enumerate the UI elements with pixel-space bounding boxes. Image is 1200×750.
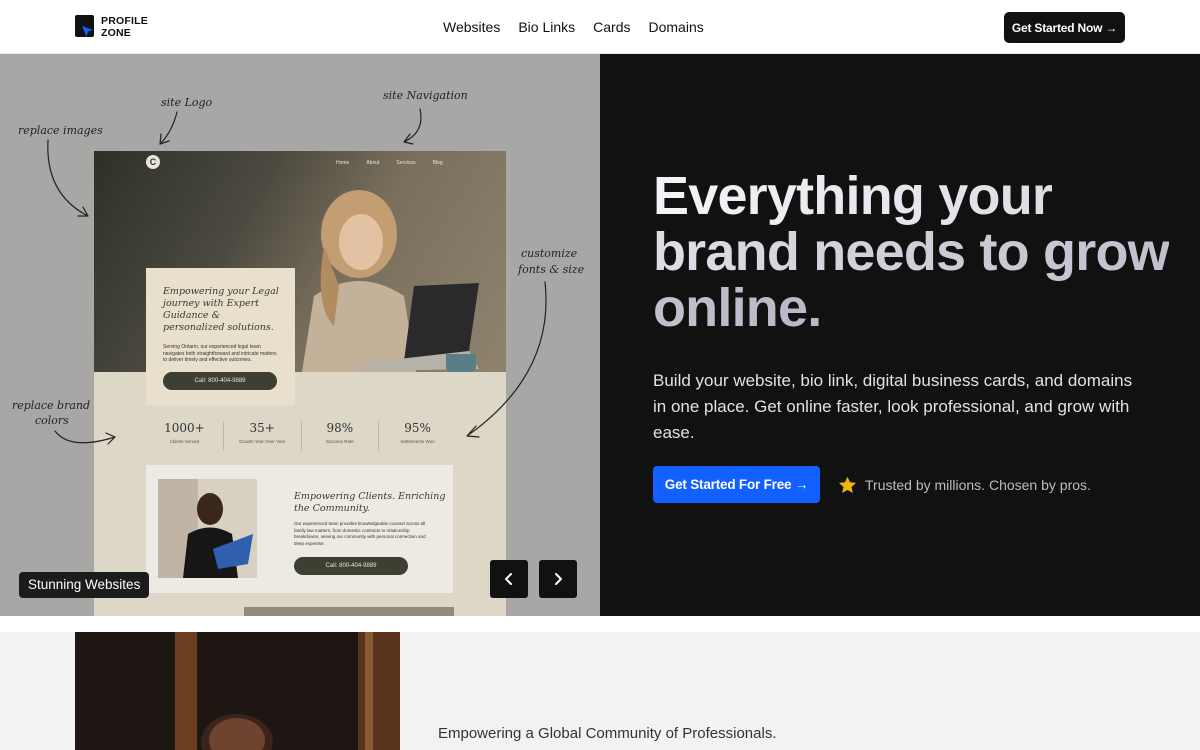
logo-line-1: PROFILE xyxy=(101,15,148,27)
professional-photo xyxy=(75,632,400,750)
prev-slide-button[interactable] xyxy=(490,560,528,598)
nav-bio-links[interactable]: Bio Links xyxy=(518,19,575,35)
main-nav: Websites Bio Links Cards Domains xyxy=(443,0,704,54)
mockup-nav-about: About xyxy=(366,160,380,166)
annotation-site-navigation: site Navigation xyxy=(383,89,468,102)
nav-domains[interactable]: Domains xyxy=(649,19,704,35)
stat-number: 95% xyxy=(404,421,431,435)
trust-badge: Trusted by millions. Chosen by pros. xyxy=(838,476,1091,494)
nav-websites[interactable]: Websites xyxy=(443,19,500,35)
mockup-community-card: Empowering Clients. Enriching the Commun… xyxy=(146,465,453,593)
chevron-left-icon xyxy=(505,573,512,585)
hero-headline-text: Everything your brand needs to grow onli… xyxy=(653,166,1170,338)
trust-text: Trusted by millions. Chosen by pros. xyxy=(865,477,1091,493)
mockup-stat: 1000+ Clients Served xyxy=(146,421,224,451)
logo-mark-icon xyxy=(75,15,94,37)
mockup-nav: Home About Services Blog xyxy=(336,160,443,166)
stat-label: Clients Served xyxy=(169,439,199,444)
get-started-now-button[interactable]: Get Started Now → xyxy=(1004,12,1125,43)
annotation-customize-1: customize xyxy=(521,247,578,260)
mockup-stat: 35+ Growth Year Over Year xyxy=(224,421,302,451)
arrow-site-logo xyxy=(159,111,178,145)
mockup-nav-blog: Blog xyxy=(432,160,443,166)
mockup-call-button-2: Call: 800-404-9889 xyxy=(294,557,408,575)
stat-number: 1000+ xyxy=(164,421,205,435)
mockup-nav-home: Home xyxy=(336,160,350,166)
woman-in-doorway-photo xyxy=(75,632,400,750)
mockup-stats: 1000+ Clients Served 35+ Growth Year Ove… xyxy=(146,421,456,451)
hero-content: Everything your brand needs to grow onli… xyxy=(600,54,1200,616)
mockup-logo: C xyxy=(146,155,160,169)
annotation-site-logo: site Logo xyxy=(161,96,213,109)
website-mockup: C Home About Services Blog Empowering yo… xyxy=(94,151,506,616)
logo-text: PROFILE ZONE xyxy=(101,15,148,39)
hero-subtext: Build your website, bio link, digital bu… xyxy=(653,371,1133,442)
stat-label: Settlements Won xyxy=(400,439,435,444)
community-tagline: Empowering a Global Community of Profess… xyxy=(438,725,777,742)
mockup-intro-card: Empowering your Legal journey with Exper… xyxy=(146,268,295,405)
get-started-free-button[interactable]: Get Started For Free → xyxy=(653,466,820,503)
site-header: PROFILE ZONE Websites Bio Links Cards Do… xyxy=(0,0,1200,54)
mug-photo xyxy=(446,354,476,372)
professional-woman-illustration xyxy=(158,479,257,578)
mockup-call-button: Call: 800-404-9889 xyxy=(163,371,277,390)
mockup-stat: 95% Settlements Won xyxy=(379,421,456,451)
next-slide-button[interactable] xyxy=(539,560,577,598)
annotation-replace-brand-1: replace brand xyxy=(12,399,91,412)
annotation-replace-brand-2: colors xyxy=(35,414,69,427)
nav-cards[interactable]: Cards xyxy=(593,19,630,35)
logo-line-2: ZONE xyxy=(101,27,131,39)
mockup-card-text: Serving Ontario, our experienced legal t… xyxy=(163,344,277,363)
chevron-right-icon xyxy=(555,573,562,585)
mockup-card-heading: Empowering your Legal journey with Exper… xyxy=(163,286,279,333)
stat-label: Success Rate xyxy=(325,439,354,444)
mockup-card2-text: Our experienced team provides knowledgea… xyxy=(294,521,426,546)
profile-zone-logo[interactable]: PROFILE ZONE xyxy=(75,15,148,39)
mockup-next-section xyxy=(244,607,454,616)
arrow-site-navigation xyxy=(403,108,422,145)
arrow-replace-images xyxy=(47,139,89,217)
annotation-replace-images: replace images xyxy=(18,124,103,137)
stunning-websites-label: Stunning Websites xyxy=(19,572,150,598)
mockup-stat: 98% Success Rate xyxy=(302,421,380,451)
star-icon xyxy=(838,476,857,494)
annotation-customize-2: fonts & size xyxy=(518,263,585,276)
hero-headline: Everything your brand needs to grow onli… xyxy=(653,168,1173,336)
mockup-nav-services: Services xyxy=(396,160,416,166)
professional-woman-photo xyxy=(158,479,257,578)
stat-number: 98% xyxy=(326,421,354,435)
stat-label: Growth Year Over Year xyxy=(239,439,286,444)
mockup-card2-heading: Empowering Clients. Enriching the Commun… xyxy=(294,491,446,514)
community-section: Empowering a Global Community of Profess… xyxy=(0,616,1200,750)
stat-number: 35+ xyxy=(249,421,275,435)
website-showcase: site Logo site Navigation replace images… xyxy=(0,54,600,616)
